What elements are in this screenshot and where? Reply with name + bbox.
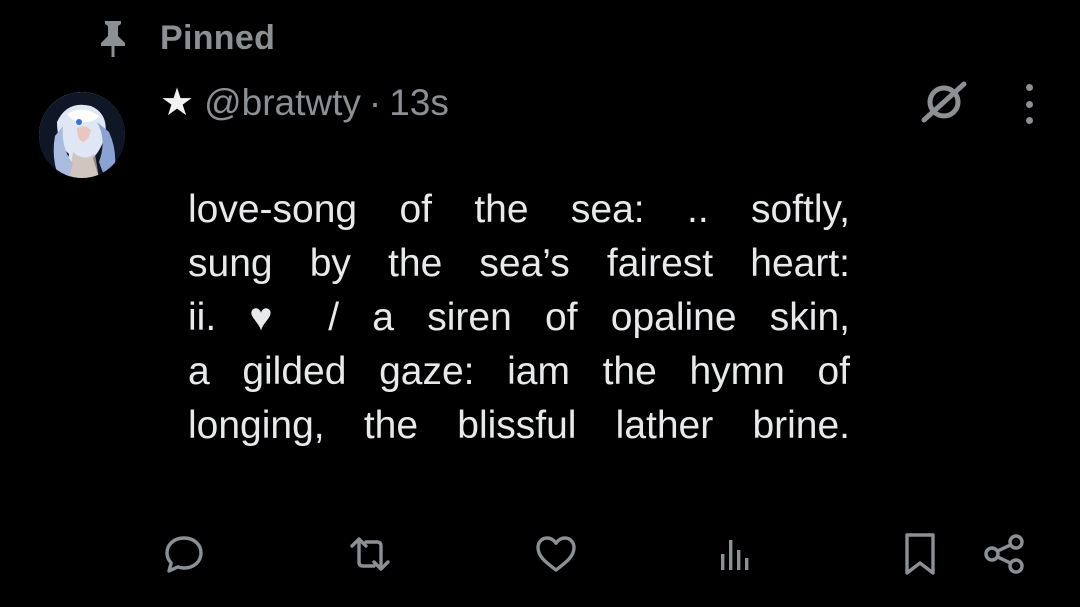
post-card: Pinned ★ @bratwty · 13s love-song of the… bbox=[0, 0, 1080, 607]
share-icon bbox=[984, 534, 1024, 574]
avatar[interactable] bbox=[39, 92, 125, 178]
bookmark-button[interactable] bbox=[896, 528, 944, 580]
views-button[interactable] bbox=[710, 528, 758, 580]
post-text-line: longing, the blissful lather brine. bbox=[188, 404, 850, 447]
bookmark-icon bbox=[905, 533, 935, 575]
like-button[interactable] bbox=[532, 528, 580, 580]
post-text-line: love-song of the sea: .. softly, bbox=[188, 188, 850, 231]
pinned-label: Pinned bbox=[160, 18, 276, 57]
grok-icon[interactable] bbox=[920, 80, 968, 124]
post-text-line: ii. ♥ / a siren of opaline skin, bbox=[188, 296, 850, 339]
post-text-line: sung by the sea’s fairest heart: bbox=[188, 242, 850, 285]
action-bar bbox=[0, 528, 1080, 584]
star-icon: ★ bbox=[160, 82, 195, 124]
more-options-icon[interactable] bbox=[1014, 84, 1044, 124]
reply-icon bbox=[165, 536, 203, 573]
author-handle[interactable]: @bratwty bbox=[204, 82, 361, 124]
post-timestamp[interactable]: 13s bbox=[389, 82, 449, 124]
pin-icon bbox=[96, 18, 130, 58]
views-icon bbox=[721, 540, 749, 570]
repost-icon bbox=[350, 537, 390, 571]
more-dot bbox=[1025, 84, 1033, 91]
share-button[interactable] bbox=[980, 528, 1028, 580]
more-dot bbox=[1025, 117, 1033, 124]
repost-button[interactable] bbox=[346, 528, 394, 580]
post-text: love-song of the sea: .. softly, sung by… bbox=[188, 183, 850, 453]
separator-dot: · bbox=[368, 82, 382, 123]
reply-button[interactable] bbox=[160, 528, 208, 580]
post-header: ★ @bratwty · 13s bbox=[160, 78, 449, 128]
more-dot bbox=[1025, 100, 1033, 108]
post-text-line: a gilded gaze: iam the hymn of bbox=[188, 350, 850, 393]
like-icon bbox=[536, 536, 576, 572]
pinned-indicator: Pinned bbox=[96, 18, 275, 58]
